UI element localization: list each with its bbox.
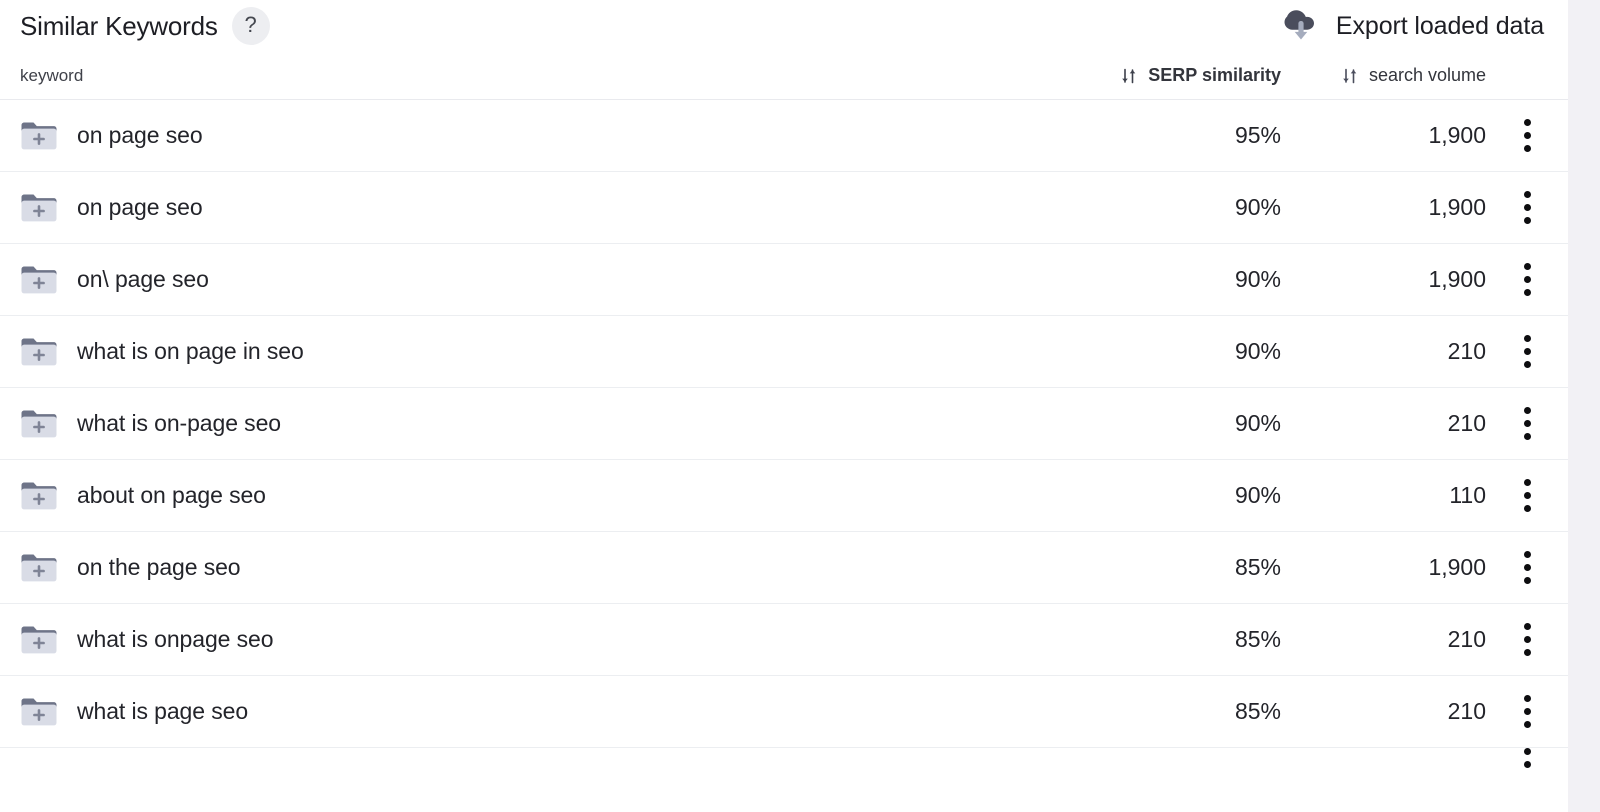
keyword-text: on page seo xyxy=(77,122,203,148)
column-header-keyword[interactable]: keyword xyxy=(20,66,1021,86)
keyword-text: on the page seo xyxy=(77,554,241,580)
add-to-folder-icon[interactable] xyxy=(20,120,58,152)
add-to-folder-icon[interactable] xyxy=(20,480,58,512)
page-gutter xyxy=(1568,0,1600,812)
kebab-menu-icon[interactable] xyxy=(1486,623,1568,656)
table-column-header: keyword SERP similarity search volume xyxy=(0,52,1568,100)
add-to-folder-icon[interactable] xyxy=(20,552,58,584)
table-row[interactable]: what is on-page seo 90% 210 xyxy=(0,388,1568,460)
search-volume-value: 210 xyxy=(1447,698,1486,724)
search-volume-value: 210 xyxy=(1447,626,1486,652)
keyword-cell: what is onpage seo xyxy=(20,624,1021,656)
add-to-folder-icon[interactable] xyxy=(20,408,58,440)
table-row[interactable]: what is page seo 85% 210 xyxy=(0,676,1568,748)
table-row[interactable]: on page seo 95% 1,900 xyxy=(0,100,1568,172)
search-volume-value: 1,900 xyxy=(1428,266,1486,292)
kebab-menu-icon[interactable] xyxy=(1486,407,1568,440)
keyword-text: what is page seo xyxy=(77,698,249,724)
serp-similarity-value: 90% xyxy=(1234,266,1281,292)
sort-arrows-icon xyxy=(1119,66,1139,86)
panel-header-left: Similar Keywords ? xyxy=(20,7,270,45)
keyword-cell: about on page seo xyxy=(20,480,1021,512)
add-to-folder-icon[interactable] xyxy=(20,336,58,368)
panel-header: Similar Keywords ? Export loaded data xyxy=(0,0,1568,52)
kebab-menu-icon[interactable] xyxy=(1486,263,1568,296)
table-row[interactable]: about on page seo 90% 110 xyxy=(0,460,1568,532)
table-row[interactable]: on page seo 90% 1,900 xyxy=(0,172,1568,244)
column-header-search-volume-label: search volume xyxy=(1368,65,1486,85)
column-header-search-volume[interactable]: search volume xyxy=(1281,65,1486,86)
kebab-menu-icon[interactable] xyxy=(1486,748,1568,770)
kebab-menu-icon[interactable] xyxy=(1486,551,1568,584)
table-row-partial[interactable] xyxy=(0,748,1568,770)
add-to-folder-icon[interactable] xyxy=(20,264,58,296)
export-loaded-data-button[interactable]: Export loaded data xyxy=(1277,1,1544,52)
search-volume-value: 1,900 xyxy=(1428,554,1486,580)
kebab-menu-icon[interactable] xyxy=(1486,335,1568,368)
keyword-cell: what is page seo xyxy=(20,696,1021,728)
search-volume-value: 210 xyxy=(1447,410,1486,436)
cloud-download-icon xyxy=(1277,1,1323,52)
keyword-text: what is on-page seo xyxy=(77,410,281,436)
search-volume-value: 210 xyxy=(1447,338,1486,364)
serp-similarity-value: 85% xyxy=(1234,554,1281,580)
keyword-cell: on page seo xyxy=(20,192,1021,224)
help-icon-glyph: ? xyxy=(244,12,257,37)
table-row[interactable]: what is on page in seo 90% 210 xyxy=(0,316,1568,388)
search-volume-value: 1,900 xyxy=(1428,122,1486,148)
keyword-cell: on\ page seo xyxy=(20,264,1021,296)
search-volume-value: 110 xyxy=(1449,482,1486,508)
table-row[interactable]: on the page seo 85% 1,900 xyxy=(0,532,1568,604)
keyword-text: what is onpage seo xyxy=(77,626,274,652)
kebab-menu-icon[interactable] xyxy=(1486,119,1568,152)
add-to-folder-icon[interactable] xyxy=(20,624,58,656)
keyword-text: about on page seo xyxy=(77,482,266,508)
table-row[interactable]: what is onpage seo 85% 210 xyxy=(0,604,1568,676)
keyword-cell: what is on page in seo xyxy=(20,336,1021,368)
sort-arrows-icon xyxy=(1340,66,1360,86)
export-loaded-data-label: Export loaded data xyxy=(1335,11,1544,40)
keyword-text: what is on page in seo xyxy=(77,338,304,364)
keyword-table-body: on page seo 95% 1,900 on page seo 90% 1,… xyxy=(0,100,1568,770)
keyword-cell: on page seo xyxy=(20,120,1021,152)
search-volume-value: 1,900 xyxy=(1428,194,1486,220)
serp-similarity-value: 85% xyxy=(1234,626,1281,652)
serp-similarity-value: 95% xyxy=(1234,122,1281,148)
serp-similarity-value: 90% xyxy=(1234,338,1281,364)
keyword-text: on\ page seo xyxy=(77,266,209,292)
serp-similarity-value: 90% xyxy=(1234,482,1281,508)
keyword-text: on page seo xyxy=(77,194,203,220)
column-header-serp-similarity-label: SERP similarity xyxy=(1148,65,1281,85)
help-icon[interactable]: ? xyxy=(231,7,270,45)
table-row[interactable]: on\ page seo 90% 1,900 xyxy=(0,244,1568,316)
keyword-cell: what is on-page seo xyxy=(20,408,1021,440)
serp-similarity-value: 85% xyxy=(1234,698,1281,724)
keyword-cell: on the page seo xyxy=(20,552,1021,584)
add-to-folder-icon[interactable] xyxy=(20,192,58,224)
kebab-menu-icon[interactable] xyxy=(1486,695,1568,728)
kebab-menu-icon[interactable] xyxy=(1486,191,1568,224)
similar-keywords-panel: Similar Keywords ? Export loaded data ke… xyxy=(0,0,1568,812)
add-to-folder-icon[interactable] xyxy=(20,696,58,728)
kebab-menu-icon[interactable] xyxy=(1486,479,1568,512)
page-title: Similar Keywords xyxy=(20,10,218,41)
serp-similarity-value: 90% xyxy=(1234,410,1281,436)
serp-similarity-value: 90% xyxy=(1234,194,1281,220)
column-header-serp-similarity[interactable]: SERP similarity xyxy=(1021,65,1281,86)
